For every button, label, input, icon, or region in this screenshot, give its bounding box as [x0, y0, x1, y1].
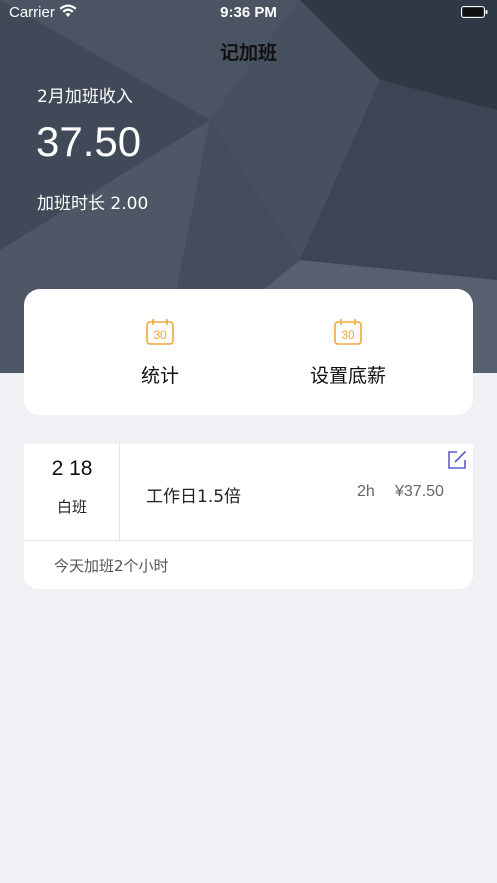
divider — [24, 540, 473, 541]
menu-card: 30 统计 30 设置底薪 — [24, 289, 473, 415]
overtime-duration: 加班时长 2.00 — [37, 194, 149, 214]
overtime-record-card[interactable]: 2 18 白班 工作日1.5倍 2h ¥37.50 今天加班2个小时 — [24, 444, 473, 589]
record-hours: 2h — [357, 483, 375, 500]
page-title: 记加班 — [219, 42, 277, 64]
record-date: 2 18 — [51, 457, 93, 480]
set-base-salary-button[interactable]: 30 设置底薪 — [248, 289, 448, 415]
record-date-column: 2 18 白班 — [24, 444, 120, 540]
set-base-salary-label: 设置底薪 — [309, 365, 386, 387]
statistics-button[interactable]: 30 统计 — [60, 289, 260, 415]
income-amount: 37.50 — [36, 118, 142, 165]
record-rate: 工作日1.5倍 — [146, 487, 242, 507]
record-amount: ¥37.50 — [395, 483, 444, 500]
calendar-icon: 30 — [146, 319, 174, 345]
statistics-label: 统计 — [140, 365, 179, 387]
record-shift: 白班 — [56, 498, 87, 516]
status-time: 9:36 PM — [220, 4, 277, 21]
screen: Carrier 9:36 PM 记加班 2月加班收入 37.50 加班时长 2.… — [0, 0, 497, 883]
svg-text:30: 30 — [153, 328, 167, 342]
record-note: 今天加班2个小时 — [54, 557, 169, 575]
income-label: 2月加班收入 — [37, 87, 133, 107]
edit-icon[interactable] — [447, 450, 467, 470]
svg-text:30: 30 — [341, 328, 355, 342]
battery-icon — [461, 6, 488, 18]
calendar-icon: 30 — [334, 319, 362, 345]
status-bar: Carrier 9:36 PM — [0, 0, 497, 26]
